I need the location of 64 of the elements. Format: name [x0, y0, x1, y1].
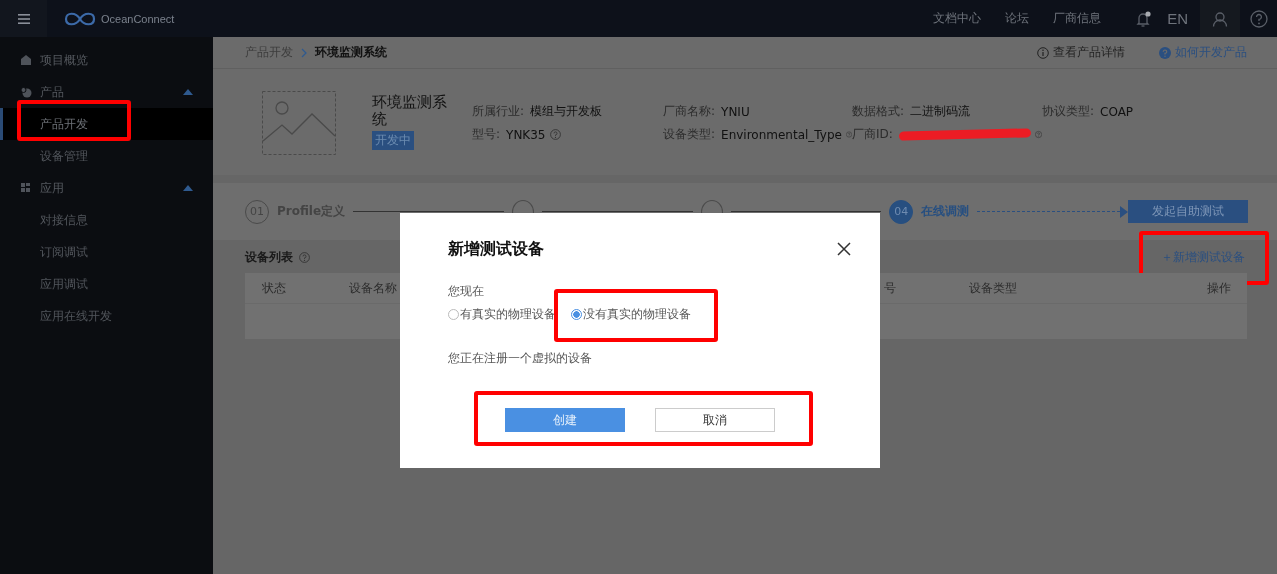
nav-link[interactable]: 文档中心 — [933, 10, 982, 27]
create-button[interactable]: 创建 — [505, 408, 625, 432]
field-label: 厂商名称: — [663, 103, 716, 120]
column-header: 操作 — [1207, 279, 1231, 297]
radio-button[interactable] — [448, 308, 459, 320]
help-icon — [1159, 46, 1171, 59]
field-label: 厂商ID: — [852, 126, 893, 143]
field-value: 模组与开发板 — [530, 103, 603, 120]
column-header: 状态 — [262, 279, 286, 297]
sidebar-item[interactable]: 设备管理 — [0, 140, 213, 172]
help-icon — [299, 251, 310, 263]
sidebar-item[interactable]: 产品 — [0, 76, 213, 108]
image-placeholder-icon — [262, 91, 336, 155]
menu-icon — [17, 13, 30, 24]
field-label: 协议类型: — [1042, 103, 1095, 120]
prompt-text: 您现在 — [448, 283, 485, 300]
language-button[interactable]: EN — [1167, 10, 1188, 27]
radio-option[interactable]: 没有真实的物理设备 — [571, 305, 691, 323]
grid-icon — [20, 182, 32, 194]
section-title: 设备列表 — [245, 248, 293, 266]
radio-option[interactable]: 有真实的物理设备 — [448, 305, 556, 323]
column-header: 设备类型 — [969, 279, 1017, 297]
radio-button[interactable] — [571, 308, 582, 320]
menu-button[interactable] — [0, 0, 47, 37]
field-label: 型号: — [472, 126, 501, 143]
brand-name: OceanConnect — [101, 12, 175, 25]
product-icon — [20, 86, 32, 98]
home-icon — [20, 54, 32, 66]
field-value: YNK35 — [506, 127, 546, 142]
dialog-title: 新增测试设备 — [448, 238, 545, 260]
sidebar-item[interactable]: 项目概览 — [0, 44, 213, 76]
sidebar-item[interactable]: 订阅调试 — [0, 236, 213, 268]
close-button[interactable] — [837, 242, 851, 256]
sidebar-item[interactable]: 应用 — [0, 172, 213, 204]
status-badge: 开发中 — [372, 131, 414, 150]
sidebar-item[interactable]: 产品开发 — [0, 108, 213, 140]
self-test-button[interactable]: 发起自助测试 — [1128, 200, 1248, 223]
step[interactable]: 04 在线调测 — [889, 199, 970, 224]
header-link[interactable]: 查看产品详情 — [1037, 44, 1125, 61]
field-label: 设备类型: — [663, 126, 716, 143]
nav-link[interactable]: 厂商信息 — [1053, 10, 1102, 27]
field-value: YNIU — [721, 104, 750, 119]
close-icon — [837, 242, 851, 256]
note-text: 您正在注册一个虚拟的设备 — [448, 350, 593, 367]
info-icon — [1037, 46, 1049, 59]
field-label: 数据格式: — [852, 103, 905, 120]
sidebar-item[interactable]: 应用在线开发 — [0, 300, 213, 332]
nav-link[interactable]: 论坛 — [1005, 10, 1030, 27]
column-header: 号 — [884, 279, 896, 297]
sidebar-item[interactable]: 对接信息 — [0, 204, 213, 236]
user-button[interactable] — [1200, 0, 1240, 37]
cancel-button[interactable]: 取消 — [655, 408, 775, 432]
field-value: 二进制码流 — [910, 103, 971, 120]
breadcrumb-link[interactable]: 环境监测系统 — [315, 44, 387, 61]
sidebar-item[interactable]: 应用调试 — [0, 268, 213, 300]
field-value: COAP — [1100, 104, 1134, 119]
chevron-right-icon — [301, 47, 307, 58]
field-label: 所属行业: — [472, 103, 525, 120]
help-icon — [1249, 9, 1268, 28]
field-value: Environmental_Type — [721, 127, 842, 142]
user-icon — [1212, 10, 1228, 27]
product-name: 环境监测系统 — [372, 94, 448, 128]
column-header: 设备名称 — [349, 279, 397, 297]
header-link[interactable]: 如何开发产品 — [1159, 44, 1247, 61]
